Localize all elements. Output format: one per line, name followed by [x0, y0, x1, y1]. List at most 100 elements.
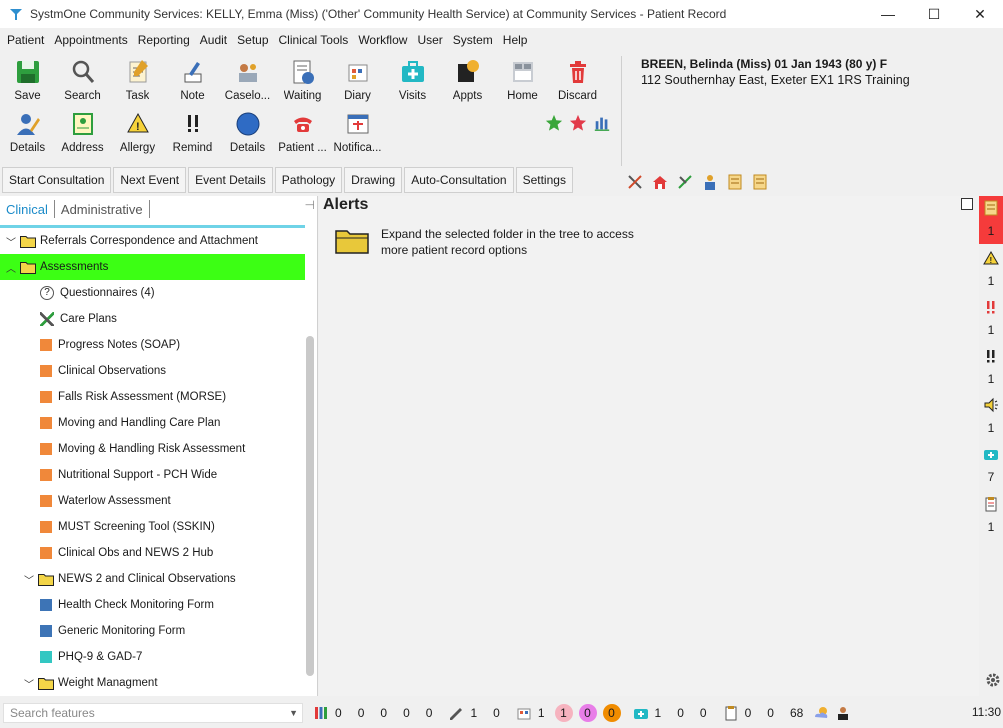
discard-button[interactable]: Discard	[550, 52, 605, 104]
close-button[interactable]: ✕	[957, 0, 1003, 28]
patient-details-button[interactable]: Details	[0, 104, 55, 156]
strip-notes-alert[interactable]: 1	[979, 196, 1003, 244]
alerts-title: Alerts	[323, 196, 369, 213]
tree-item[interactable]: Progress Notes (SOAP)	[0, 332, 305, 358]
task-button[interactable]: Task	[110, 52, 165, 104]
menu-help[interactable]: Help	[498, 28, 533, 52]
magenta-count-pill[interactable]: 0	[578, 704, 597, 722]
auto-consultation-button[interactable]: Auto-Consultation	[404, 167, 514, 193]
save-button[interactable]: Save	[0, 52, 55, 104]
allergy-button[interactable]: ! Allergy	[110, 104, 165, 156]
restore-icon[interactable]	[961, 198, 973, 210]
menu-workflow[interactable]: Workflow	[353, 28, 412, 52]
edit-tools-icon[interactable]	[676, 173, 694, 191]
menu-audit[interactable]: Audit	[195, 28, 232, 52]
notification-button[interactable]: Notifica...	[330, 104, 385, 156]
appts-button[interactable]: Appts	[440, 52, 495, 104]
dropdown-caret-icon[interactable]: ▼	[289, 704, 298, 722]
tree-item[interactable]: Nutritional Support - PCH Wide	[0, 462, 305, 488]
circle-details-button[interactable]: Details	[220, 104, 275, 156]
status-counters: 0 0 0 0 0 1 0 1 1 0 0 1 0 0 0 0 68	[313, 703, 857, 723]
red-star-icon[interactable]	[569, 114, 587, 132]
bar-chart-icon[interactable]	[593, 114, 611, 132]
notes-icon-a[interactable]	[726, 173, 744, 191]
tab-clinical[interactable]: Clinical	[0, 198, 54, 222]
search-features-input[interactable]: Search features ▼	[3, 703, 303, 723]
start-consultation-button[interactable]: Start Consultation	[2, 167, 112, 193]
tree-scrollbar[interactable]	[306, 336, 314, 676]
status-bar: Search features ▼ 0 0 0 0 0 1 0 1 1 0 0 …	[0, 698, 1003, 728]
menu-user[interactable]: User	[412, 28, 447, 52]
note-button[interactable]: Note	[165, 52, 220, 104]
chevron-down-icon[interactable]: ﹀	[22, 676, 36, 691]
tree-item[interactable]: Care Plans	[0, 306, 305, 332]
diary-button[interactable]: Diary	[330, 52, 385, 104]
tree-item[interactable]: MUST Screening Tool (SSKIN)	[0, 514, 305, 540]
menu-system[interactable]: System	[448, 28, 498, 52]
maximize-button[interactable]: ☐	[911, 0, 957, 28]
tree-item[interactable]: Waterlow Assessment	[0, 488, 305, 514]
tree-item[interactable]: ﹀ NEWS 2 and Clinical Observations	[0, 566, 305, 592]
medkit-status-icon[interactable]	[633, 705, 649, 721]
settings-button[interactable]: Settings	[515, 167, 573, 193]
chevron-down-icon[interactable]: ﹀	[22, 572, 36, 587]
tree-item[interactable]: Moving and Handling Care Plan	[0, 410, 305, 436]
quick-icons	[626, 173, 769, 191]
notes-icon-b[interactable]	[751, 173, 769, 191]
pathology-button[interactable]: Pathology	[274, 167, 343, 193]
chevron-down-icon[interactable]: ﹀	[4, 234, 18, 249]
patient-phone-button[interactable]: Patient ...	[275, 104, 330, 156]
event-details-button[interactable]: Event Details	[188, 167, 273, 193]
tree-item[interactable]: Generic Monitoring Form	[0, 618, 305, 644]
clipboard-status-icon[interactable]	[723, 705, 739, 721]
tree-item[interactable]: ︿ Assessments	[0, 254, 305, 280]
next-event-button[interactable]: Next Event	[113, 167, 187, 193]
gear-icon[interactable]	[985, 672, 1001, 688]
strip-clipboard[interactable]: 1	[979, 492, 1003, 540]
weather-icon[interactable]	[813, 705, 829, 721]
menu-appointments[interactable]: Appointments	[49, 28, 132, 52]
menu-reporting[interactable]: Reporting	[133, 28, 195, 52]
tools-icon[interactable]	[626, 173, 644, 191]
strip-allergy-warning[interactable]: ! 1	[979, 246, 1003, 294]
drawing-button[interactable]: Drawing	[344, 167, 403, 193]
tree-item[interactable]: ? Questionnaires (4)	[0, 280, 305, 306]
pink-count-pill[interactable]: 1	[554, 704, 573, 722]
orange-count-pill[interactable]: 0	[602, 704, 621, 722]
green-star-icon[interactable]	[545, 114, 563, 132]
tree-item[interactable]: ﹀ Weight Managment	[0, 670, 305, 696]
menu-setup[interactable]: Setup	[232, 28, 273, 52]
strip-speaker[interactable]: 1	[979, 393, 1003, 441]
tree-item[interactable]: Moving & Handling Risk Assessment	[0, 436, 305, 462]
pen-icon[interactable]	[448, 705, 464, 721]
menu-patient[interactable]: Patient	[2, 28, 49, 52]
waiting-button[interactable]: Waiting	[275, 52, 330, 104]
chevron-up-icon[interactable]: ︿	[4, 260, 18, 275]
tree-item[interactable]: PHQ-9 & GAD-7	[0, 644, 305, 670]
strip-medkit[interactable]: 7	[979, 442, 1003, 490]
user-status-icon[interactable]	[835, 705, 851, 721]
strip-black-exclaim[interactable]: 1	[979, 344, 1003, 392]
search-button[interactable]: Search	[55, 52, 110, 104]
tree-item[interactable]: ﹀ Referrals Correspondence and Attachment	[0, 228, 305, 254]
clock: 11:30	[971, 705, 1001, 719]
menu-clinical-tools[interactable]: Clinical Tools	[274, 28, 354, 52]
tree-item[interactable]: Health Check Monitoring Form	[0, 592, 305, 618]
tree-item[interactable]: Falls Risk Assessment (MORSE)	[0, 384, 305, 410]
caseload-button[interactable]: Caselo...	[220, 52, 275, 104]
strip-red-exclaim[interactable]: 1	[979, 295, 1003, 343]
visits-button[interactable]: Visits	[385, 52, 440, 104]
pin-icon[interactable]: ⊣	[305, 198, 315, 212]
tree-item[interactable]: Clinical Obs and NEWS 2 Hub	[0, 540, 305, 566]
tree-item[interactable]: Clinical Observations	[0, 358, 305, 384]
tree-item-label: Assessments	[40, 261, 109, 273]
diary-status-icon[interactable]	[516, 705, 532, 721]
remind-button[interactable]: Remind	[165, 104, 220, 156]
address-button[interactable]: Address	[55, 104, 110, 156]
clinician-icon[interactable]	[701, 173, 719, 191]
home-button[interactable]: Home	[495, 52, 550, 104]
tubes-icon[interactable]	[313, 705, 329, 721]
house-icon[interactable]	[651, 173, 669, 191]
tab-administrative[interactable]: Administrative	[55, 198, 149, 222]
minimize-button[interactable]: —	[865, 0, 911, 28]
